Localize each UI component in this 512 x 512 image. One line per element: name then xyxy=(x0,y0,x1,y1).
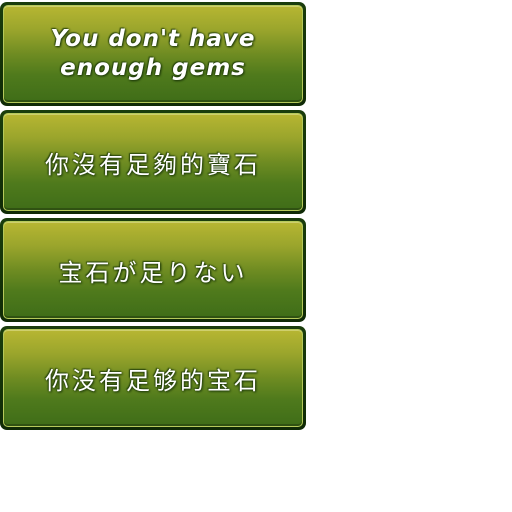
banner-face: You don't have enough gems xyxy=(3,5,303,103)
message-banner-stack: You don't have enough gems 你沒有足夠的寶石 宝石が足… xyxy=(0,2,308,434)
message-banner-traditional-chinese: 你沒有足夠的寶石 xyxy=(0,110,306,214)
not-enough-gems-text-simplified-chinese: 你没有足够的宝石 xyxy=(45,366,261,395)
banner-face: 你沒有足夠的寶石 xyxy=(3,113,303,211)
message-banner-simplified-chinese: 你没有足够的宝石 xyxy=(0,326,306,430)
not-enough-gems-text-english: You don't have enough gems xyxy=(50,26,256,81)
banner-face: 宝石が足りない xyxy=(3,221,303,319)
message-banner-english: You don't have enough gems xyxy=(0,2,306,106)
banner-face: 你没有足够的宝石 xyxy=(3,329,303,427)
message-banner-japanese: 宝石が足りない xyxy=(0,218,306,322)
not-enough-gems-text-traditional-chinese: 你沒有足夠的寶石 xyxy=(45,150,261,179)
not-enough-gems-text-japanese: 宝石が足りない xyxy=(58,258,248,287)
